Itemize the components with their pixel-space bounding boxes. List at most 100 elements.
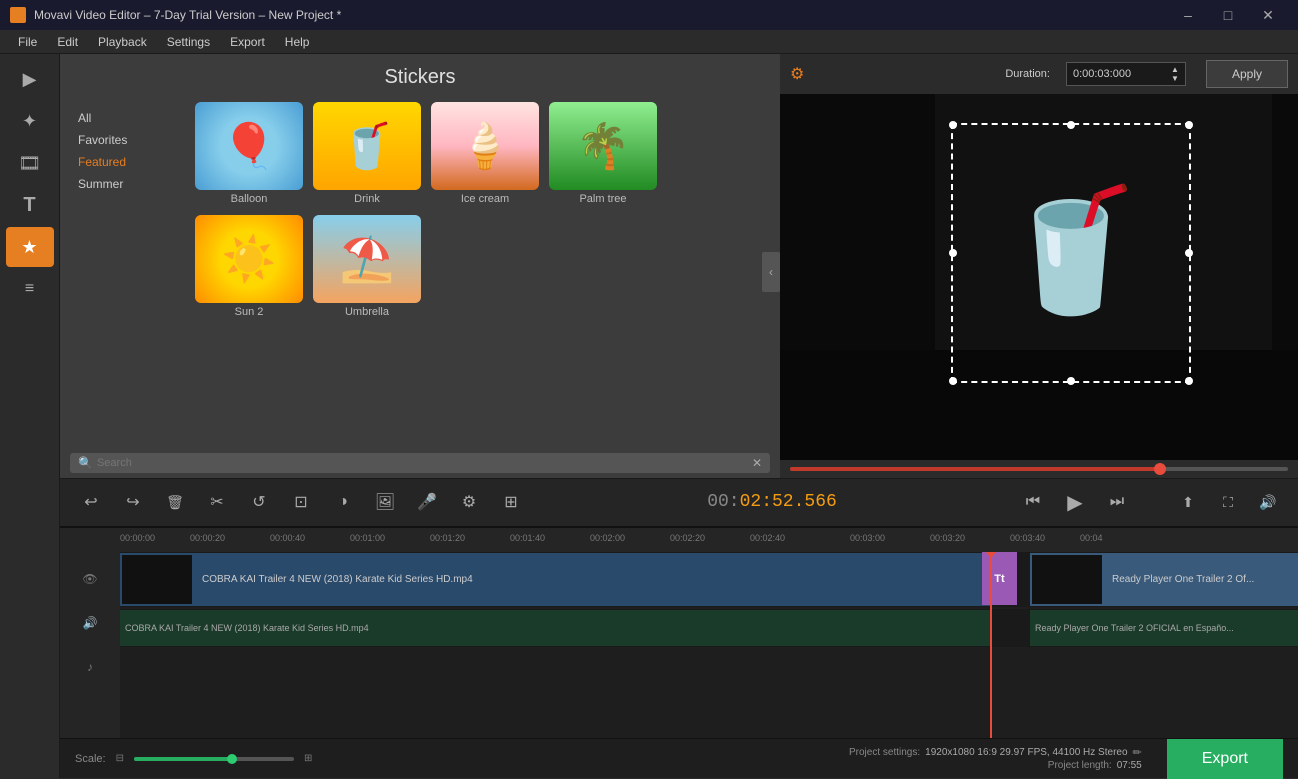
menu-file[interactable]: File [8,33,47,51]
center-panel: Stickers All Favorites Featured Summer 🎈 [60,54,1298,778]
search-input[interactable] [97,457,752,469]
audio-track: COBRA KAI Trailer 4 NEW (2018) Karate Ki… [120,609,1298,647]
search-icon: 🔍 [78,456,93,470]
sticker-row-1: 🎈 Balloon 🥤 Drink 🍦 Ice cream [195,102,757,205]
close-button[interactable]: ✕ [1248,0,1288,30]
ruler-mark-4: 00:01:20 [430,533,465,543]
ruler-mark-3: 00:01:00 [350,533,385,543]
timecode-main: 02:52.566 [740,492,837,512]
scale-thumb[interactable] [227,754,237,764]
sticker-palmtree-thumb[interactable]: 🌴 [549,102,657,190]
delete-button[interactable]: 🗑 [159,486,191,518]
menu-settings[interactable]: Settings [157,33,220,51]
duration-label: Duration: [1005,68,1050,80]
export-icon-button[interactable]: ⬆ [1173,487,1203,517]
menu-help[interactable]: Help [275,33,320,51]
handle-tc[interactable] [1067,121,1075,129]
app-icon [10,7,26,23]
duration-spinner[interactable]: ▲▼ [1171,65,1179,83]
selection-box[interactable] [951,123,1191,383]
color-button[interactable]: ◑ [327,486,359,518]
toolbar-transition[interactable]: 🎞 [6,143,54,183]
audio-button[interactable]: 🎤 [411,486,443,518]
rotate-button[interactable]: ↺ [243,486,275,518]
edit-settings-icon[interactable]: ✏ [1133,746,1142,759]
sticker-icecream-thumb[interactable]: 🍦 [431,102,539,190]
export-button[interactable]: Export [1167,739,1283,779]
ruler-mark-6: 00:02:00 [590,533,625,543]
sticker-icecream[interactable]: 🍦 Ice cream [431,102,539,205]
video-thumb-2 [1032,555,1102,604]
video-thumb-1 [122,555,192,604]
toolbar-import[interactable]: ▶ [6,59,54,99]
maximize-button[interactable]: □ [1208,0,1248,30]
audio-clip-1[interactable]: COBRA KAI Trailer 4 NEW (2018) Karate Ki… [120,610,990,646]
sticker-sun2-label: Sun 2 [235,306,264,318]
ruler-mark-11: 00:03:40 [1010,533,1045,543]
track-eye-button[interactable]: 👁 [82,572,97,586]
crop-button[interactable]: ⊡ [285,486,317,518]
scrubber-thumb[interactable] [1154,463,1166,475]
category-all[interactable]: All [70,107,180,129]
undo-button[interactable]: ↩ [75,486,107,518]
sticker-umbrella-label: Umbrella [345,306,389,318]
sticker-balloon-label: Balloon [231,193,268,205]
category-summer[interactable]: Summer [70,173,180,195]
sticker-drink-thumb[interactable]: 🥤 [313,102,421,190]
sticker-drink[interactable]: 🥤 Drink [313,102,421,205]
sticker-sun2[interactable]: ☀️ Sun 2 [195,215,303,318]
scrubber-track[interactable] [790,467,1288,471]
filter-button[interactable]: ⊞ [495,486,527,518]
sticker-umbrella-thumb[interactable]: ⛱️ [313,215,421,303]
playhead[interactable] [990,552,992,738]
cut-button[interactable]: ✂ [201,486,233,518]
sticker-palmtree[interactable]: 🌴 Palm tree [549,102,657,205]
forward-button[interactable]: ⏭ [1101,486,1133,518]
video-clip-2[interactable]: Ready Player One Trailer 2 Of... [1030,553,1298,606]
fullscreen-button[interactable]: ⛶ [1213,487,1243,517]
menu-export[interactable]: Export [220,33,275,51]
image-button[interactable]: 🖼 [369,486,401,518]
duration-bar: ⚙ Duration: 0:00:03:000 ▲▼ Apply [780,54,1298,94]
minimize-button[interactable]: – [1168,0,1208,30]
text-overlay-marker[interactable]: Tt [982,552,1017,605]
audio-label-1: COBRA KAI Trailer 4 NEW (2018) Karate Ki… [120,621,374,635]
duration-value-field[interactable]: 0:00:03:000 ▲▼ [1066,62,1186,86]
sticker-balloon-thumb[interactable]: 🎈 [195,102,303,190]
main-area: ▶ ✦ 🎞 T ★ ≡ Stickers All Favorites Featu… [0,54,1298,778]
settings-button[interactable]: ⚙ [453,486,485,518]
category-favorites[interactable]: Favorites [70,129,180,151]
search-clear-icon[interactable]: ✕ [752,456,762,470]
track-mute-button[interactable]: 🔊 [83,616,98,630]
toolbar-text[interactable]: T [6,185,54,225]
preview-scrubber[interactable] [780,460,1298,478]
sticker-umbrella[interactable]: ⛱️ Umbrella [313,215,421,318]
sticker-balloon[interactable]: 🎈 Balloon [195,102,303,205]
collapse-panel-button[interactable]: ‹ [762,252,780,292]
stickers-search-bar[interactable]: 🔍 ✕ [70,453,770,473]
volume-button[interactable]: 🔊 [1253,487,1283,517]
audio-clip-2[interactable]: Ready Player One Trailer 2 OFICIAL en Es… [1030,610,1298,646]
handle-tl[interactable] [949,121,957,129]
handle-bc[interactable] [1067,377,1075,385]
toolbar-magic[interactable]: ✦ [6,101,54,141]
video-clip-1[interactable]: COBRA KAI Trailer 4 NEW (2018) Karate Ki… [120,553,990,606]
handle-ml[interactable] [949,249,957,257]
redo-button[interactable]: ↪ [117,486,149,518]
toolbar-sticker[interactable]: ★ [6,227,54,267]
sticker-sun2-thumb[interactable]: ☀️ [195,215,303,303]
rewind-button[interactable]: ⏮ [1017,486,1049,518]
toolbar-filter[interactable]: ≡ [6,269,54,309]
timecode-prefix: 00: [707,492,739,512]
handle-mr[interactable] [1185,249,1193,257]
play-button[interactable]: ▶ [1059,486,1091,518]
scale-slider[interactable] [134,757,294,761]
menubar: File Edit Playback Settings Export Help [0,30,1298,54]
timeline-ruler: 00:00:00 00:00:20 00:00:40 00:01:00 00:0… [60,528,1298,552]
menu-edit[interactable]: Edit [47,33,88,51]
category-featured[interactable]: Featured [70,151,180,173]
track-music-button[interactable]: ♪ [87,660,93,674]
apply-button[interactable]: Apply [1206,60,1288,88]
gear-icon[interactable]: ⚙ [790,64,804,84]
menu-playback[interactable]: Playback [88,33,157,51]
